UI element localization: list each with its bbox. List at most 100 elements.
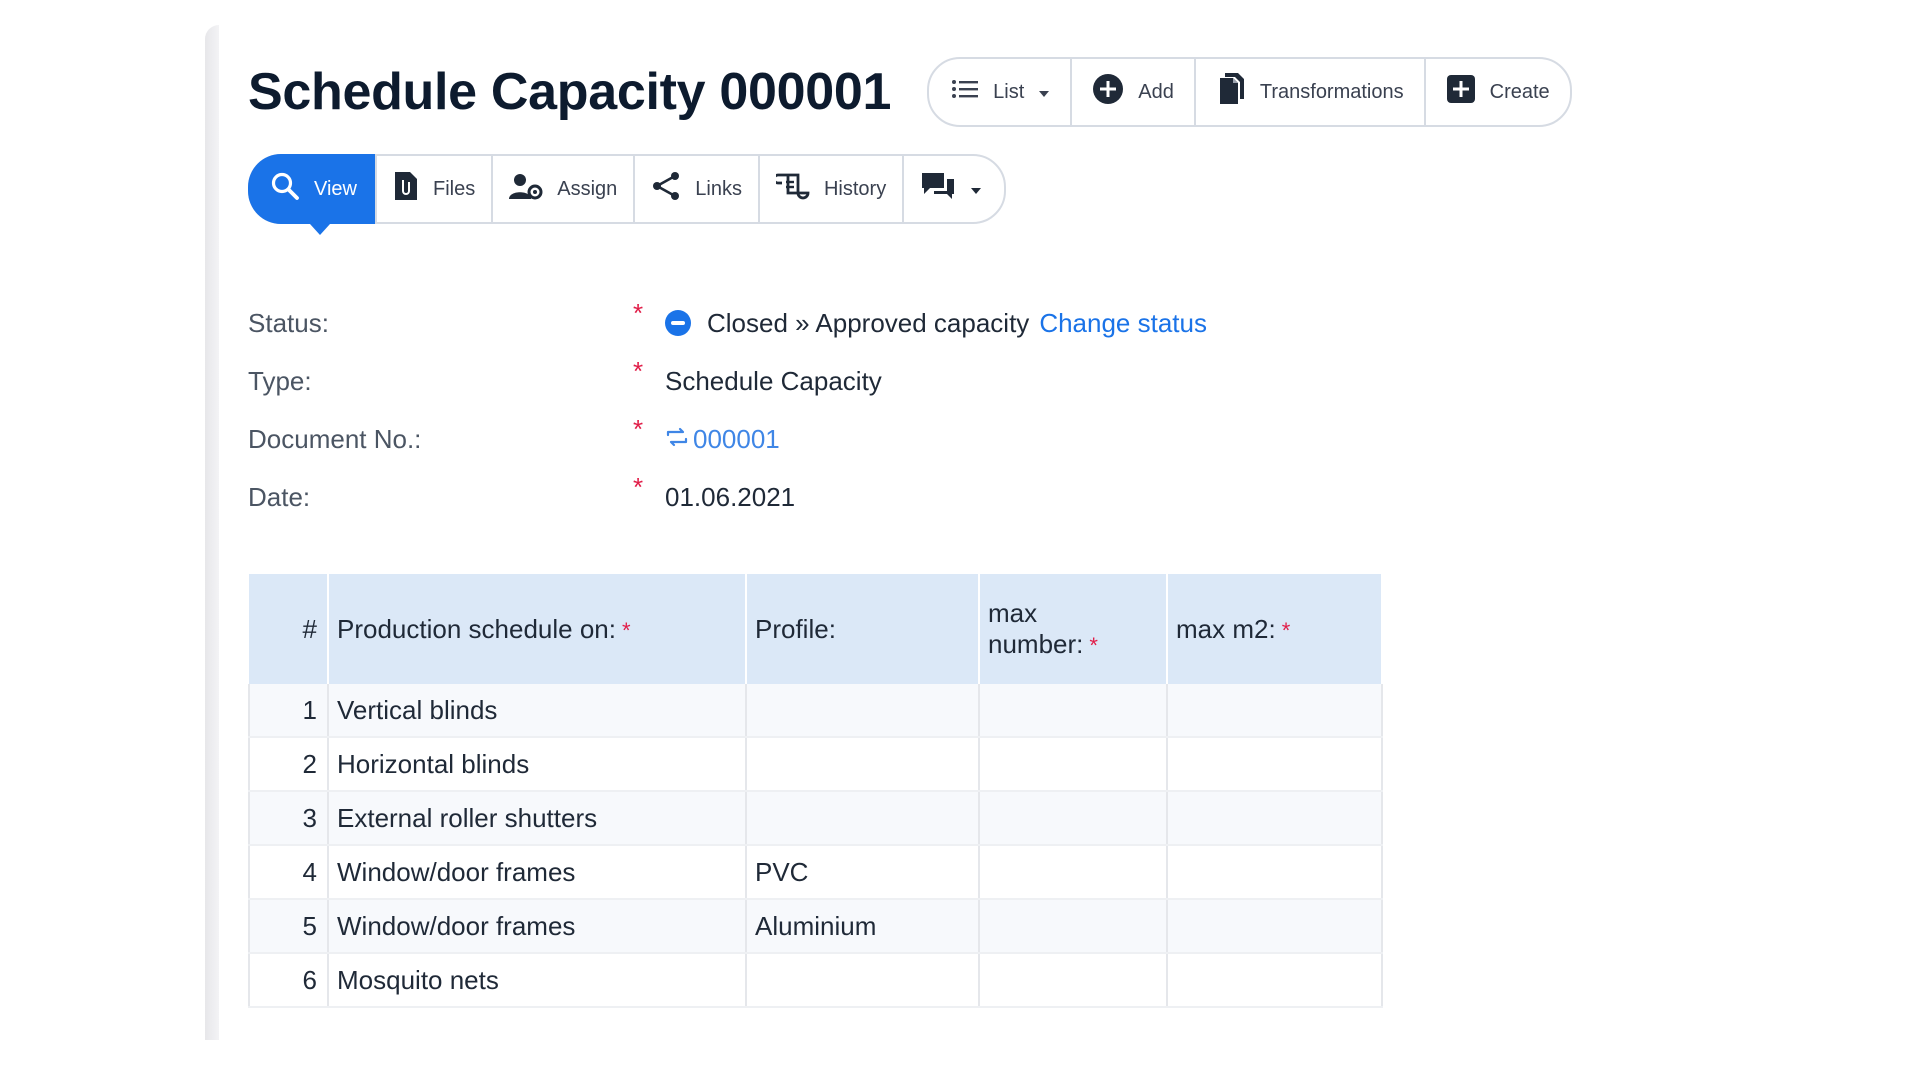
- cell-num: 1: [248, 684, 329, 738]
- table-row[interactable]: 5 Window/door frames Aluminium: [248, 899, 1383, 954]
- field-type: Type: * Schedule Capacity: [248, 352, 1748, 410]
- cell-max-m2[interactable]: [1167, 737, 1383, 792]
- table-row[interactable]: 1 Vertical blinds: [248, 684, 1383, 738]
- cell-profile[interactable]: PVC: [746, 845, 980, 900]
- document-no-value-group: 000001: [665, 424, 780, 455]
- cell-num: 5: [248, 899, 329, 954]
- cell-max-number[interactable]: [979, 737, 1168, 792]
- create-button[interactable]: Create: [1426, 59, 1570, 125]
- tab-files[interactable]: Files: [377, 156, 494, 222]
- file-clip-icon: [393, 170, 419, 208]
- user-gear-icon: [509, 172, 543, 206]
- cell-max-number[interactable]: [979, 684, 1168, 738]
- document-no-label: Document No.:: [248, 423, 422, 454]
- comments-icon: [920, 171, 956, 207]
- main-content: Schedule Capacity 000001 List Add Transf…: [248, 52, 1748, 1008]
- cell-max-m2[interactable]: [1167, 845, 1383, 900]
- date-label: Date:: [248, 481, 311, 512]
- list-label: List: [993, 80, 1025, 103]
- action-group: List Add Transformations Create: [927, 57, 1572, 127]
- capacity-table: # Production schedule on: * Profile: max …: [248, 574, 1383, 1008]
- tab-links[interactable]: Links: [635, 156, 760, 222]
- list-icon: [951, 78, 979, 106]
- cell-max-number[interactable]: [979, 899, 1168, 954]
- required-marker: *: [633, 413, 644, 444]
- required-marker: *: [633, 297, 644, 328]
- transformations-label: Transformations: [1259, 80, 1404, 103]
- share-icon: [651, 171, 681, 207]
- status-label: Status:: [248, 307, 329, 338]
- header-max-m2: max m2: *: [1167, 574, 1383, 684]
- history-icon: [772, 172, 810, 206]
- cell-max-m2[interactable]: [1167, 953, 1383, 1008]
- cell-max-m2[interactable]: [1167, 684, 1383, 738]
- cell-num: 3: [248, 791, 329, 846]
- field-date: Date: * 01.06.2021: [248, 468, 1748, 526]
- cell-profile[interactable]: [746, 737, 980, 792]
- cell-production[interactable]: Window/door frames: [328, 845, 747, 900]
- cell-production[interactable]: Mosquito nets: [328, 953, 747, 1008]
- change-status-link[interactable]: Change status: [1039, 308, 1207, 339]
- header-max-m2-label: max m2:: [1176, 613, 1276, 644]
- field-document-no: Document No.: * 000001: [248, 410, 1748, 468]
- header-production-label: Production schedule on:: [337, 613, 616, 644]
- list-button[interactable]: List: [929, 59, 1073, 125]
- tab-assign[interactable]: Assign: [493, 156, 636, 222]
- cell-production[interactable]: External roller shutters: [328, 791, 747, 846]
- header-row: Schedule Capacity 000001 List Add Transf…: [248, 52, 1748, 132]
- cell-production[interactable]: Window/door frames: [328, 899, 747, 954]
- capacity-table-wrap: # Production schedule on: * Profile: max …: [248, 574, 1383, 1008]
- tab-links-label: Links: [695, 177, 742, 200]
- cell-max-m2[interactable]: [1167, 899, 1383, 954]
- document-no-value: 000001: [693, 423, 780, 454]
- type-value: Schedule Capacity: [665, 365, 882, 396]
- page-title: Schedule Capacity 000001: [248, 63, 892, 121]
- status-value-group: Closed » Approved capacity Change status: [665, 308, 1207, 339]
- header-max-number: max number: *: [979, 574, 1168, 684]
- add-button[interactable]: Add: [1072, 59, 1196, 125]
- document-no-link[interactable]: 000001: [665, 424, 780, 455]
- status-minus-circle-icon: [665, 310, 691, 336]
- add-label: Add: [1138, 80, 1174, 103]
- cell-num: 2: [248, 737, 329, 792]
- cell-profile[interactable]: [746, 684, 980, 738]
- cell-production[interactable]: Vertical blinds: [328, 684, 747, 738]
- chevron-down-icon: [970, 178, 982, 201]
- cell-profile[interactable]: [746, 791, 980, 846]
- required-marker: *: [633, 471, 644, 502]
- cell-num: 6: [248, 953, 329, 1008]
- table-row[interactable]: 3 External roller shutters: [248, 791, 1383, 846]
- required-marker: *: [1089, 633, 1098, 658]
- comments-dropdown[interactable]: [904, 156, 1004, 222]
- page: Schedule Capacity 000001 List Add Transf…: [0, 0, 1920, 1080]
- tab-files-label: Files: [433, 177, 476, 200]
- cell-max-number[interactable]: [979, 953, 1168, 1008]
- tab-assign-label: Assign: [557, 177, 618, 200]
- plus-circle-icon: [1092, 73, 1124, 111]
- tab-view-label: View: [314, 177, 357, 200]
- tab-view[interactable]: View: [248, 154, 377, 235]
- table-row[interactable]: 6 Mosquito nets: [248, 953, 1383, 1008]
- header-production: Production schedule on: *: [328, 574, 747, 684]
- table-row[interactable]: 2 Horizontal blinds: [248, 737, 1383, 792]
- table-row[interactable]: 4 Window/door frames PVC: [248, 845, 1383, 900]
- cell-max-number[interactable]: [979, 845, 1168, 900]
- status-value: Closed » Approved capacity: [707, 307, 1030, 338]
- header-profile: Profile:: [746, 574, 980, 684]
- cell-profile[interactable]: Aluminium: [746, 899, 980, 954]
- tab-history-label: History: [823, 177, 887, 200]
- cell-profile[interactable]: [746, 953, 980, 1008]
- tab-toolbar: View Files Assign Links History: [248, 154, 1007, 235]
- cell-max-m2[interactable]: [1167, 791, 1383, 846]
- date-value: 01.06.2021: [665, 481, 796, 512]
- transformations-button[interactable]: Transformations: [1196, 59, 1426, 125]
- document-fields: Status: * Closed » Approved capacity Cha…: [248, 294, 1748, 526]
- chevron-down-icon: [1038, 81, 1050, 104]
- required-marker: *: [1281, 617, 1291, 643]
- table-header-row: # Production schedule on: * Profile: max …: [249, 574, 1383, 684]
- tab-history[interactable]: History: [760, 156, 905, 222]
- cell-max-number[interactable]: [979, 791, 1168, 846]
- renumber-icon: [665, 424, 689, 455]
- field-status: Status: * Closed » Approved capacity Cha…: [248, 294, 1748, 352]
- cell-production[interactable]: Horizontal blinds: [328, 737, 747, 792]
